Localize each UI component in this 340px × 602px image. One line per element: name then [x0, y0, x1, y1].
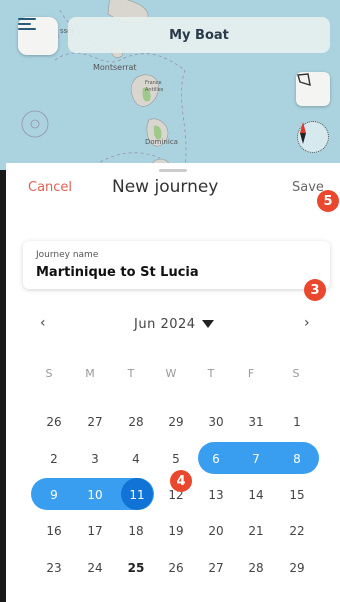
- calendar-day[interactable]: 19: [161, 524, 191, 538]
- calendar-day[interactable]: 23: [39, 561, 69, 575]
- weekday-label: T: [207, 367, 215, 380]
- menu-button[interactable]: [18, 17, 58, 55]
- draw-polygon-button[interactable]: [296, 72, 330, 106]
- step-badge-4: 4: [170, 470, 192, 492]
- new-journey-sheet: Cancel New journey Save 5 Journey name M…: [6, 163, 340, 602]
- map-label-france-sub: Antilles: [145, 87, 164, 93]
- calendar-day-selected[interactable]: 7: [241, 452, 271, 466]
- calendar-day[interactable]: 20: [201, 524, 231, 538]
- calendar-day-selected[interactable]: 10: [80, 488, 110, 502]
- map-view[interactable]: Montserrat France Antilles Dominica sset…: [0, 0, 340, 170]
- polygon-icon: [297, 73, 311, 86]
- weekday-label: S: [292, 367, 300, 380]
- compass-button[interactable]: [297, 121, 329, 153]
- map-label-montserrat: Montserrat: [93, 63, 137, 72]
- page-title: My Boat: [169, 27, 229, 43]
- weekday-label: F: [247, 367, 255, 380]
- step-badge-5: 5: [317, 190, 339, 212]
- calendar-day-selected[interactable]: 9: [39, 488, 69, 502]
- step-badge-3: 3: [304, 279, 326, 301]
- calendar-day[interactable]: 18: [121, 524, 151, 538]
- calendar-day[interactable]: 13: [201, 488, 231, 502]
- calendar-day-selected[interactable]: 8: [282, 452, 312, 466]
- calendar-day[interactable]: 30: [201, 415, 231, 429]
- calendar-day[interactable]: 27: [80, 415, 110, 429]
- next-month-button[interactable]: ›: [304, 315, 310, 331]
- calendar-day[interactable]: 27: [201, 561, 231, 575]
- calendar-day[interactable]: 5: [161, 452, 191, 466]
- hamburger-icon: [18, 18, 36, 30]
- map-label-france: France: [145, 80, 162, 86]
- calendar-day[interactable]: 26: [39, 415, 69, 429]
- calendar-day[interactable]: 22: [282, 524, 312, 538]
- calendar-day[interactable]: 31: [241, 415, 271, 429]
- calendar-day[interactable]: 15: [282, 488, 312, 502]
- caret-down-icon[interactable]: [202, 320, 214, 328]
- calendar-day[interactable]: 3: [80, 452, 110, 466]
- calendar-day[interactable]: 29: [161, 415, 191, 429]
- compass-icon: [300, 122, 306, 144]
- cancel-button[interactable]: Cancel: [28, 180, 72, 195]
- calendar-day[interactable]: 29: [282, 561, 312, 575]
- weekday-label: T: [127, 367, 135, 380]
- weekday-label: S: [45, 367, 53, 380]
- map-label-dominica: Dominica: [145, 138, 178, 146]
- journey-name-field[interactable]: Journey name Martinique to St Lucia: [23, 241, 330, 289]
- calendar-day[interactable]: 1: [282, 415, 312, 429]
- month-label[interactable]: Jun 2024: [134, 317, 196, 332]
- prev-month-button[interactable]: ‹: [40, 315, 46, 331]
- calendar-day-today[interactable]: 25: [121, 561, 151, 575]
- map-title-bar: My Boat: [68, 17, 330, 53]
- calendar-day[interactable]: 14: [241, 488, 271, 502]
- calendar-day-selected[interactable]: 11: [122, 488, 152, 502]
- journey-name-value[interactable]: Martinique to St Lucia: [36, 265, 199, 280]
- calendar-day[interactable]: 28: [241, 561, 271, 575]
- calendar-day[interactable]: 16: [39, 524, 69, 538]
- calendar-day-selected[interactable]: 6: [201, 452, 231, 466]
- calendar-day[interactable]: 2: [39, 452, 69, 466]
- drag-handle[interactable]: [159, 169, 187, 172]
- calendar-day[interactable]: 21: [241, 524, 271, 538]
- weekday-label: M: [85, 367, 95, 380]
- app-screen: Montserrat France Antilles Dominica sset…: [0, 0, 340, 602]
- journey-name-label: Journey name: [36, 250, 99, 260]
- calendar-day[interactable]: 24: [80, 561, 110, 575]
- weekday-label: W: [165, 367, 177, 380]
- calendar-day[interactable]: 26: [161, 561, 191, 575]
- sheet-title: New journey: [112, 177, 219, 197]
- calendar-day[interactable]: 4: [121, 452, 151, 466]
- calendar-day[interactable]: 28: [121, 415, 151, 429]
- calendar-day[interactable]: 17: [80, 524, 110, 538]
